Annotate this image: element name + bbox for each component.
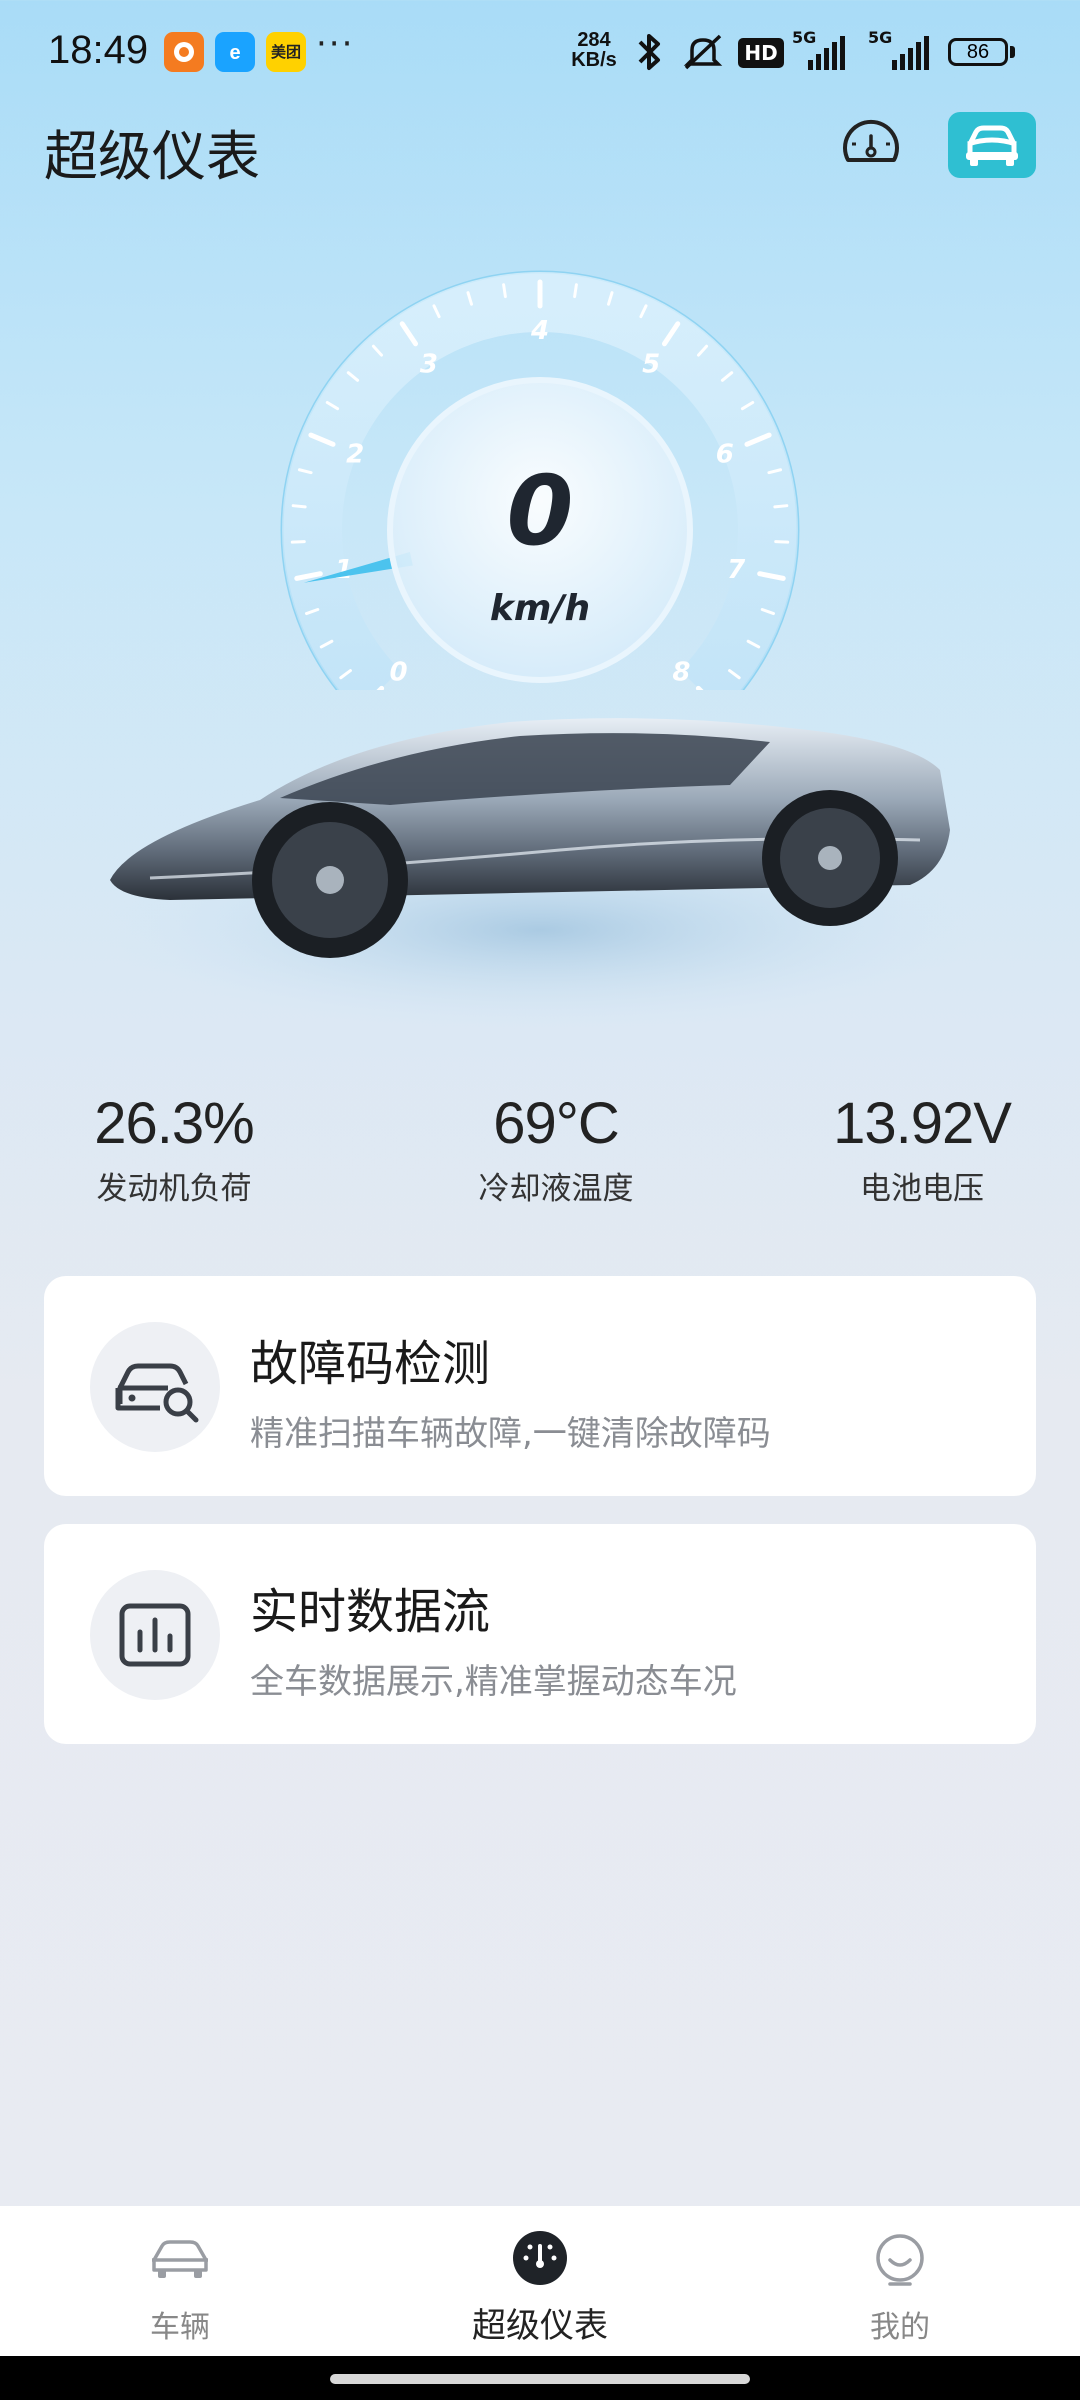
- gauge-tick-label: 5: [642, 350, 660, 380]
- speedometer-outline-icon: [843, 119, 899, 162]
- signal-icon: [790, 30, 846, 74]
- engine-load-metric: 26.3% 发动机负荷: [14, 1090, 334, 1208]
- engine-load-label: 发动机负荷: [96, 1171, 252, 1207]
- gauge-tick-label: 3: [420, 350, 438, 380]
- net-speed-value: 284: [577, 29, 611, 51]
- net-speed-unit: KB/s: [571, 49, 617, 71]
- svg-text:e: e: [229, 42, 240, 64]
- battery-icon: 86: [948, 38, 1008, 66]
- network-speed: 284 KB/s: [570, 30, 618, 70]
- car-icon: [152, 2240, 208, 2278]
- coolant-temp-label: 冷却液温度: [478, 1171, 634, 1207]
- coolant-temp-value: 69°C: [493, 1091, 620, 1156]
- speed-unit: km/h: [489, 588, 591, 629]
- card-icon-circle: [90, 1570, 220, 1700]
- speed-value: 0: [506, 455, 574, 567]
- car-front-icon: [966, 125, 1018, 166]
- battery-voltage-metric: 13.92V 电池电压: [762, 1090, 1080, 1208]
- gauge-minor-tick: [290, 540, 306, 544]
- gauge-tick-label: 6: [716, 439, 734, 469]
- nav-super-dashboard-label: 超级仪表: [472, 2306, 608, 2346]
- gauge-tick-label: 2: [346, 439, 364, 469]
- more-notifications-icon: ···: [316, 24, 355, 64]
- nav-profile-label: 我的: [870, 2310, 930, 2345]
- home-gesture-handle[interactable]: [330, 2374, 750, 2384]
- gauge-minor-tick: [774, 540, 790, 544]
- gauge-tick-label: 7: [727, 555, 746, 585]
- bar-chart-icon: [119, 1603, 191, 1667]
- dashboard-mode-button[interactable]: [838, 112, 904, 178]
- app-notification-icon: [164, 32, 204, 72]
- battery-voltage-label: 电池电压: [860, 1171, 984, 1207]
- gauge-minor-tick: [573, 283, 578, 299]
- mute-icon: [680, 30, 726, 74]
- profile-icon: [876, 2234, 924, 2286]
- fault-code-title: 故障码检测: [250, 1336, 491, 1392]
- live-data-title: 实时数据流: [250, 1584, 491, 1640]
- live-data-card[interactable]: 实时数据流 全车数据展示,精准掌握动态车况: [44, 1524, 1036, 1744]
- fault-code-card[interactable]: 故障码检测 精准扫描车辆故障,一键清除故障码: [44, 1276, 1036, 1496]
- status-bar: 18:49 e 美团 ··· 284 KB/s HD 5G 5G 86: [0, 0, 1080, 110]
- meituan-app-icon: 美团: [266, 32, 306, 72]
- battery-nub: [1010, 46, 1015, 58]
- car-mode-button[interactable]: [948, 112, 1036, 178]
- nav-profile[interactable]: 我的: [780, 2206, 1020, 2356]
- engine-load-value: 26.3%: [94, 1091, 254, 1156]
- signal-icon-2: [866, 30, 938, 74]
- nav-vehicle[interactable]: 车辆: [60, 2206, 300, 2356]
- car-image: [90, 680, 990, 1040]
- speedometer-icon: [513, 2231, 567, 2285]
- page-title: 超级仪表: [44, 125, 260, 188]
- coolant-temp-metric: 69°C 冷却液温度: [396, 1090, 716, 1208]
- gauge-minor-tick: [502, 283, 507, 299]
- gauge-minor-tick: [773, 504, 789, 509]
- hd-voice-icon: HD: [738, 38, 784, 68]
- gauge-minor-tick: [291, 504, 307, 509]
- card-icon-circle: [90, 1322, 220, 1452]
- bottom-nav: 车辆 超级仪表 我的: [0, 2206, 1080, 2356]
- nav-vehicle-label: 车辆: [150, 2310, 210, 2345]
- live-data-subtitle: 全车数据展示,精准掌握动态车况: [250, 1662, 737, 1702]
- car-search-icon: [115, 1363, 199, 1423]
- nav-super-dashboard[interactable]: 超级仪表: [420, 2206, 660, 2356]
- battery-voltage-value: 13.92V: [833, 1091, 1012, 1156]
- gauge-tick-label: 4: [530, 316, 549, 346]
- bluetooth-icon: [632, 30, 666, 74]
- status-time: 18:49: [48, 28, 149, 72]
- fault-code-subtitle: 精准扫描车辆故障,一键清除故障码: [250, 1414, 771, 1454]
- app-notification-icon: e: [215, 32, 255, 72]
